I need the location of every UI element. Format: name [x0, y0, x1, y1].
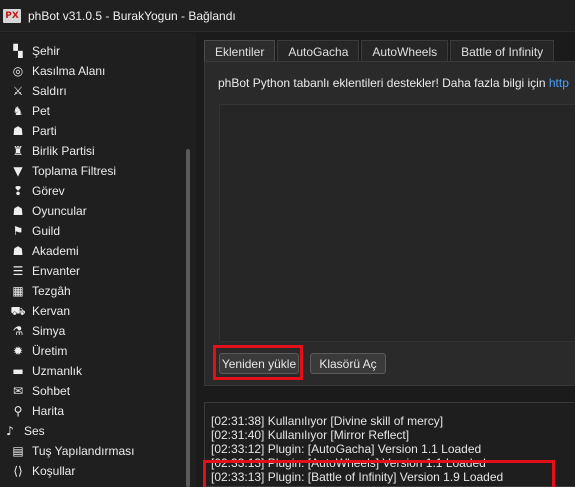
sidebar-item-label: Harita	[32, 404, 65, 418]
sidebar-item-bell[interactable]: ♪ Ses	[0, 421, 186, 441]
title-bar: PX phBot v31.0.5 - BurakYogun - Bağlandı	[0, 0, 575, 32]
sidebar-item-target[interactable]: ◎ Kasılma Alanı	[0, 61, 186, 81]
sidebar-item-quest[interactable]: ❢ Görev	[0, 181, 186, 201]
sidebar-item-filter[interactable]: ▼ Toplama Filtresi	[0, 161, 186, 181]
sidebar-item-academy[interactable]: ☗ Akademi	[0, 241, 186, 261]
plugins-info-message: phBot Python tabanlı eklentileri destekl…	[218, 76, 549, 90]
plugins-panel: phBot Python tabanlı eklentileri destekl…	[204, 61, 575, 386]
sidebar-item-stall[interactable]: ▦ Tezgâh	[0, 281, 186, 301]
sidebar-item-specialty[interactable]: ▬ Uzmanlık	[0, 361, 186, 381]
sidebar-item-code[interactable]: ⟨⟩ Koşullar	[0, 461, 186, 481]
plugins-info-link[interactable]: http	[549, 76, 569, 90]
sidebar-item-label: Parti	[32, 124, 57, 138]
sidebar-item-players[interactable]: ☗ Oyuncular	[0, 201, 186, 221]
keyboard-icon: ▤	[12, 444, 24, 458]
sidebar-item-label: Uzmanlık	[32, 364, 83, 378]
inventory-icon: ☰	[12, 264, 24, 278]
quest-icon: ❢	[12, 184, 24, 198]
sidebar-item-label: Tuş Yapılandırması	[32, 444, 135, 458]
city-icon: ▚	[13, 44, 23, 58]
plugins-info-text: phBot Python tabanlı eklentileri destekl…	[218, 76, 569, 90]
sidebar-item-label: Tezgâh	[32, 284, 71, 298]
players-icon: ☗	[12, 204, 24, 218]
chat-icon: ✉	[12, 384, 24, 398]
filter-icon: ▼	[13, 164, 23, 178]
sidebar-item-label: Toplama Filtresi	[32, 164, 117, 178]
window-title: phBot v31.0.5 - BurakYogun - Bağlandı	[28, 8, 236, 23]
sidebar-item-city[interactable]: ▚ Şehir	[0, 41, 186, 61]
sidebar-item-guild[interactable]: ⚑ Guild	[0, 221, 186, 241]
caravan-icon: ⛟	[10, 304, 26, 318]
sidebar-item-dog[interactable]: ♞ Pet	[0, 101, 186, 121]
sidebar-list: ▚ Şehir ◎ Kasılma Alanı ⚔ Saldırı ♞ Pet ☗ Parti ♜ B…	[0, 41, 186, 481]
party-icon: ☗	[12, 124, 24, 138]
plugin-list[interactable]	[219, 104, 575, 342]
log-line: [02:33:13] Plugin: [AutoWheels] Version …	[211, 456, 486, 470]
tab-bar: Eklentiler AutoGacha AutoWheels Battle of I…	[204, 40, 556, 62]
specialty-icon: ▬	[12, 364, 24, 378]
sidebar-item-party[interactable]: ☗ Parti	[0, 121, 186, 141]
sidebar-item-label: Oyuncular	[32, 204, 87, 218]
map-pin-icon: ⚲	[13, 404, 23, 418]
log-line: [02:33:12] Plugin: [AutoGacha] Version 1…	[211, 442, 482, 456]
sidebar-item-label: Kervan	[32, 304, 71, 318]
sidebar-item-map-pin[interactable]: ⚲ Harita	[0, 401, 186, 421]
log-line: [02:31:40] Kullanılıyor [Mirror Reflect]	[211, 428, 410, 442]
sidebar-item-label: Envanter	[32, 264, 81, 278]
tab-autogacha[interactable]: AutoGacha	[277, 40, 360, 62]
sidebar-item-inventory[interactable]: ☰ Envanter	[0, 261, 186, 281]
sidebar-scroll-thumb[interactable]	[186, 149, 190, 487]
tab-battle-of-infinity[interactable]: Battle of Infinity	[450, 40, 555, 62]
sidebar: ▚ Şehir ◎ Kasılma Alanı ⚔ Saldırı ♞ Pet ☗ Parti ♜ B…	[0, 33, 196, 487]
tab-eklentiler[interactable]: Eklentiler	[204, 40, 276, 62]
sidebar-item-keyboard[interactable]: ▤ Tuş Yapılandırması	[0, 441, 186, 461]
production-icon: ✹	[12, 344, 24, 358]
sidebar-scrollbar[interactable]	[186, 33, 192, 487]
code-icon: ⟨⟩	[13, 464, 23, 478]
sidebar-item-union-party[interactable]: ♜ Birlik Partisi	[0, 141, 186, 161]
sidebar-item-label: Saldırı	[32, 84, 67, 98]
sidebar-item-label: Koşullar	[32, 464, 76, 478]
sidebar-item-caravan[interactable]: ⛟ Kervan	[0, 301, 186, 321]
open-folder-button[interactable]: Klasörü Aç	[310, 353, 386, 374]
sidebar-item-label: Birlik Partisi	[32, 144, 95, 158]
sidebar-item-label: Pet	[32, 104, 51, 118]
target-icon: ◎	[12, 64, 24, 78]
bell-icon: ♪	[6, 424, 14, 438]
log-line: [02:33:13] Plugin: [Battle of Infinity] …	[211, 470, 504, 484]
sidebar-item-chat[interactable]: ✉ Sohbet	[0, 381, 186, 401]
sidebar-item-label: Akademi	[32, 244, 79, 258]
sidebar-item-alchemy[interactable]: ⚗ Simya	[0, 321, 186, 341]
tab-autowheels[interactable]: AutoWheels	[361, 40, 449, 62]
sidebar-item-label: Sohbet	[32, 384, 71, 398]
sidebar-item-label: Görev	[32, 184, 65, 198]
guild-icon: ⚑	[12, 224, 24, 238]
sidebar-item-label: Üretim	[32, 344, 68, 358]
sidebar-item-sword[interactable]: ⚔ Saldırı	[0, 81, 186, 101]
sidebar-item-production[interactable]: ✹ Üretim	[0, 341, 186, 361]
sword-icon: ⚔	[12, 84, 24, 98]
reload-button[interactable]: Yeniden yükle	[219, 353, 299, 374]
log-output[interactable]: [02:31:38] Kullanılıyor [Divine skill of…	[204, 402, 575, 487]
alchemy-icon: ⚗	[12, 324, 24, 338]
academy-icon: ☗	[12, 244, 24, 258]
app-logo-icon: PX	[3, 8, 21, 23]
sidebar-item-label: Guild	[32, 224, 61, 238]
union-party-icon: ♜	[12, 144, 24, 158]
log-line: [02:31:38] Kullanılıyor [Divine skill of…	[211, 414, 444, 428]
sidebar-item-label: Simya	[32, 324, 66, 338]
sidebar-item-label: Şehir	[32, 44, 61, 58]
sidebar-item-label: Ses	[24, 424, 45, 438]
sidebar-item-label: Kasılma Alanı	[32, 64, 106, 78]
stall-icon: ▦	[12, 284, 24, 298]
dog-icon: ♞	[12, 104, 24, 118]
